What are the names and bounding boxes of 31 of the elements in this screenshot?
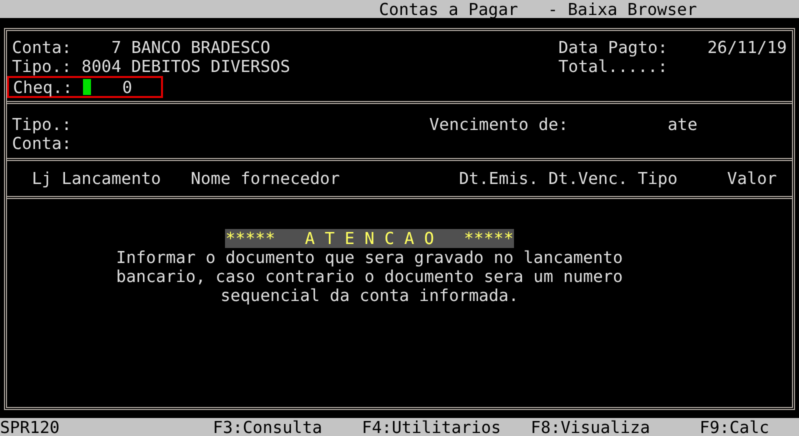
field-label: Cheq.: <box>13 78 74 96</box>
column-header: Nome fornecedor <box>190 169 341 188</box>
field-value: 8004 <box>82 57 122 76</box>
column-header: Lj <box>32 169 53 188</box>
field-value: 0 <box>121 78 132 96</box>
field-label: Tipo.: <box>12 115 73 134</box>
field-label: ate <box>668 115 698 134</box>
field-value: 26/11/19 <box>707 38 787 57</box>
column-header: Dt.Emis. <box>458 169 540 188</box>
column-header: Valor <box>727 169 777 188</box>
field-value: BANCO BRADESCO <box>131 38 270 57</box>
alert-banner: ***** A T E N C A O ***** <box>225 229 514 248</box>
field-label: Data Pagto: <box>558 38 669 57</box>
function-key[interactable]: F8:Visualiza <box>530 418 700 436</box>
column-header: Dt.Venc. <box>548 169 629 188</box>
function-key[interactable]: F4:Utilitarios <box>362 418 531 436</box>
program-code: SPR120 <box>0 418 61 436</box>
field-value: DEBITOS DIVERSOS <box>131 57 290 76</box>
field-label: Total.....: <box>558 57 669 76</box>
alert-message: Informar o documento que sera gravado no lancamento bancario, caso contrario o documento sera um numero sequencial da conta informada. <box>116 248 623 305</box>
field-value: 7 <box>110 38 122 57</box>
window-title: Contas a Pagar - Baixa Browser <box>379 0 697 18</box>
field-label: Vencimento de: <box>429 115 570 134</box>
field-label: Conta: <box>12 134 73 153</box>
column-header: Lancamento <box>62 169 162 188</box>
field-label: Conta: <box>12 38 73 57</box>
column-header: Tipo <box>638 169 679 188</box>
field-label: Tipo.: <box>12 57 73 76</box>
cheque-field[interactable]: Cheq.: 0 <box>7 76 163 98</box>
function-key[interactable]: F9:Calc <box>700 418 799 436</box>
function-key[interactable]: F3:Consulta <box>212 418 362 436</box>
